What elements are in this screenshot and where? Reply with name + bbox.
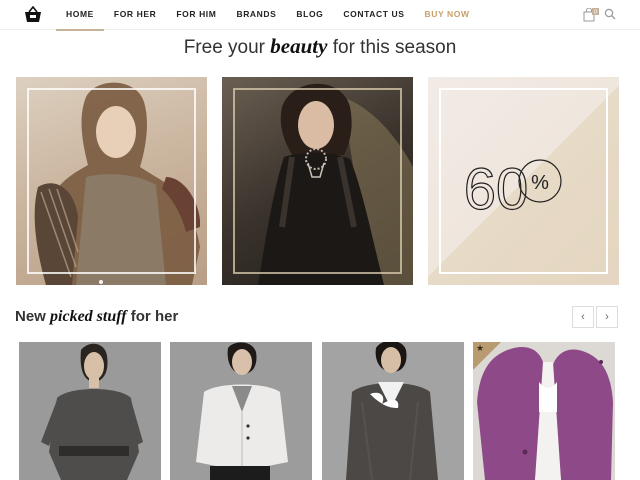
product-image-gray-top xyxy=(41,343,143,480)
carousel-dot[interactable] xyxy=(99,280,103,284)
promo-discount: 60 % xyxy=(463,156,562,223)
hero-tile-promo[interactable]: 60 % xyxy=(428,77,619,285)
hero-title: Free your beauty for this season xyxy=(0,34,640,59)
star-icon: ★ xyxy=(476,343,485,353)
shopping-basket-icon[interactable] xyxy=(24,6,42,23)
main-nav: HOME FOR HER FOR HIM BRANDS BLOG CONTACT… xyxy=(56,0,480,31)
next-button[interactable]: › xyxy=(596,306,618,328)
product-image-white-jacket xyxy=(196,342,288,480)
product-image-tweed-blazer xyxy=(346,342,438,480)
hero-title-pre: Free your xyxy=(183,37,271,58)
section-title-pre: New xyxy=(15,308,51,325)
nav-buy-now[interactable]: BUY NOW xyxy=(414,0,479,30)
promo-value: 60 xyxy=(464,157,529,222)
nav-home[interactable]: HOME xyxy=(56,0,104,31)
product-card[interactable]: ★ xyxy=(473,342,615,480)
prev-button[interactable]: ‹ xyxy=(572,306,594,328)
section-title: New picked stuff for her xyxy=(15,308,178,326)
site-header: HOME FOR HER FOR HIM BRANDS BLOG CONTACT… xyxy=(0,0,640,31)
product-card[interactable] xyxy=(170,342,312,480)
chevron-right-icon: › xyxy=(605,311,609,323)
tile-frame xyxy=(27,88,196,274)
carousel-indicator[interactable] xyxy=(99,280,109,284)
product-card[interactable] xyxy=(322,342,464,480)
nav-contact-us[interactable]: CONTACT US xyxy=(333,0,414,30)
hero-tile-casual[interactable] xyxy=(16,77,207,285)
hero-title-emphasis: beauty xyxy=(270,34,328,58)
section-title-emphasis: picked stuff xyxy=(50,308,127,325)
search-icon[interactable] xyxy=(604,8,616,20)
section-title-post: for her xyxy=(126,308,179,325)
tile-frame xyxy=(233,88,402,274)
chevron-left-icon: ‹ xyxy=(581,311,585,323)
nav-brands[interactable]: BRANDS xyxy=(226,0,286,30)
hero-tile-dress[interactable] xyxy=(222,77,413,285)
cart-count: 0 xyxy=(594,10,597,16)
shopping-bag-icon[interactable]: 0 xyxy=(583,8,599,22)
nav-for-her[interactable]: FOR HER xyxy=(104,0,166,30)
promo-unit: % xyxy=(531,172,549,194)
nav-for-him[interactable]: FOR HIM xyxy=(166,0,226,30)
hero-title-post: for this season xyxy=(327,37,457,58)
product-card[interactable] xyxy=(19,342,161,480)
nav-blog[interactable]: BLOG xyxy=(286,0,333,30)
